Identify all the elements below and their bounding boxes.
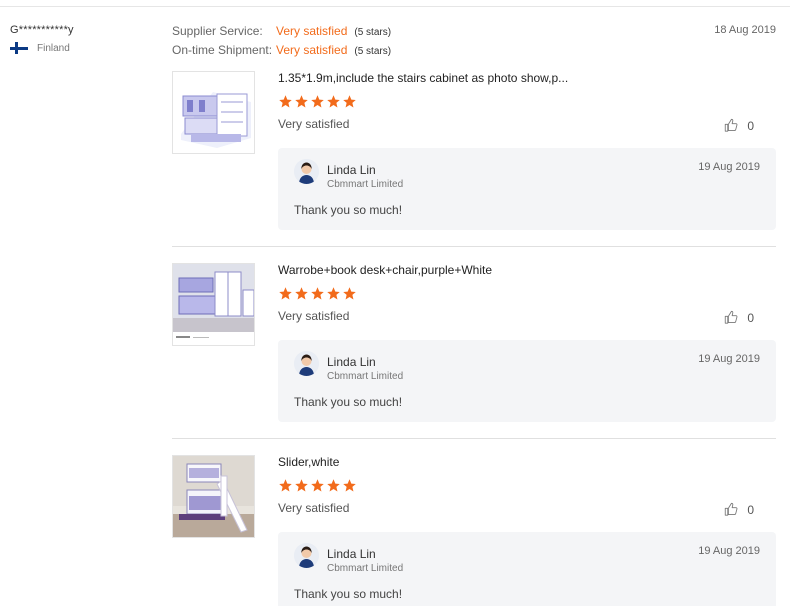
like-button[interactable]: 0 [724,502,754,517]
star-icon [343,479,356,492]
seller-reply: Linda Lin Cbmmart Limited 19 Aug 2019 Th… [278,148,776,230]
product-title[interactable]: 1.35*1.9m,include the stairs cabinet as … [278,71,568,85]
like-count: 0 [747,502,754,517]
buyer-name: G***********y [10,24,74,36]
star-icon [311,95,324,108]
buyer-country: Finland [10,42,74,54]
replier-company: Cbmmart Limited [327,563,404,574]
star-icon [327,479,340,492]
like-button[interactable]: 0 [724,118,754,133]
buyer-country-name: Finland [37,42,70,54]
seller-reply: Linda Lin Cbmmart Limited 19 Aug 2019 Th… [278,340,776,422]
rating-row-supplier-service: Supplier Service: Very satisfied (5 star… [172,24,391,43]
rating-stars-text: (5 stars) [354,46,392,57]
like-button[interactable]: 0 [724,310,754,325]
star-icon [311,479,324,492]
avatar [294,351,319,376]
reply-date: 19 Aug 2019 [698,353,760,365]
review-item: Slider,white Very satisfied 0 Linda Lin … [172,438,776,606]
product-thumbnail[interactable] [172,455,255,538]
rating-label: On-time Shipment: [172,43,273,57]
item-divider [172,438,776,439]
thumbs-up-icon [725,502,738,516]
star-icon [295,287,308,300]
star-icon [343,287,356,300]
avatar [294,543,319,568]
star-icon [295,479,308,492]
bedroom-set-image [173,264,254,345]
satisfaction-text: Very satisfied [278,501,350,515]
seller-reply: Linda Lin Cbmmart Limited 19 Aug 2019 Th… [278,532,776,606]
star-rating [278,478,357,493]
reply-date: 19 Aug 2019 [698,545,760,557]
buyer-info: G***********y Finland [10,24,74,54]
star-icon [327,287,340,300]
thumbs-up-icon [725,310,738,324]
item-divider [172,246,776,247]
rating-value: Very satisfied [276,43,348,57]
star-rating [278,286,357,301]
replier-name: Linda Lin [327,547,376,561]
star-rating [278,94,357,109]
slide-bunk-bed-image [173,456,254,537]
review-item: 1.35*1.9m,include the stairs cabinet as … [172,60,776,246]
star-icon [279,479,292,492]
replier-name: Linda Lin [327,163,376,177]
like-count: 0 [747,118,754,133]
rating-stars-text: (5 stars) [354,27,392,38]
avatar [294,159,319,184]
product-thumbnail[interactable] [172,263,255,346]
review-item: Warrobe+book desk+chair,purple+White Ver… [172,246,776,438]
review-date: 18 Aug 2019 [714,24,776,36]
product-title[interactable]: Warrobe+book desk+chair,purple+White [278,263,492,277]
product-thumbnail[interactable] [172,71,255,154]
rating-label: Supplier Service: [172,24,263,38]
supplier-ratings: Supplier Service: Very satisfied (5 star… [172,24,391,62]
rating-value: Very satisfied [276,24,348,38]
star-icon [295,95,308,108]
finland-flag-icon [10,42,28,54]
star-icon [327,95,340,108]
star-icon [343,95,356,108]
like-count: 0 [747,310,754,325]
star-icon [279,95,292,108]
replier-company: Cbmmart Limited [327,179,404,190]
star-icon [311,287,324,300]
thumbs-up-icon [725,118,738,132]
star-icon [279,287,292,300]
reply-text: Thank you so much! [294,587,403,601]
reply-text: Thank you so much! [294,395,403,409]
satisfaction-text: Very satisfied [278,309,350,323]
bunk-bed-image [173,72,254,153]
satisfaction-text: Very satisfied [278,117,350,131]
reply-date: 19 Aug 2019 [698,161,760,173]
reply-text: Thank you so much! [294,203,403,217]
product-title[interactable]: Slider,white [278,455,339,469]
replier-name: Linda Lin [327,355,376,369]
top-divider [0,6,790,7]
replier-company: Cbmmart Limited [327,371,404,382]
